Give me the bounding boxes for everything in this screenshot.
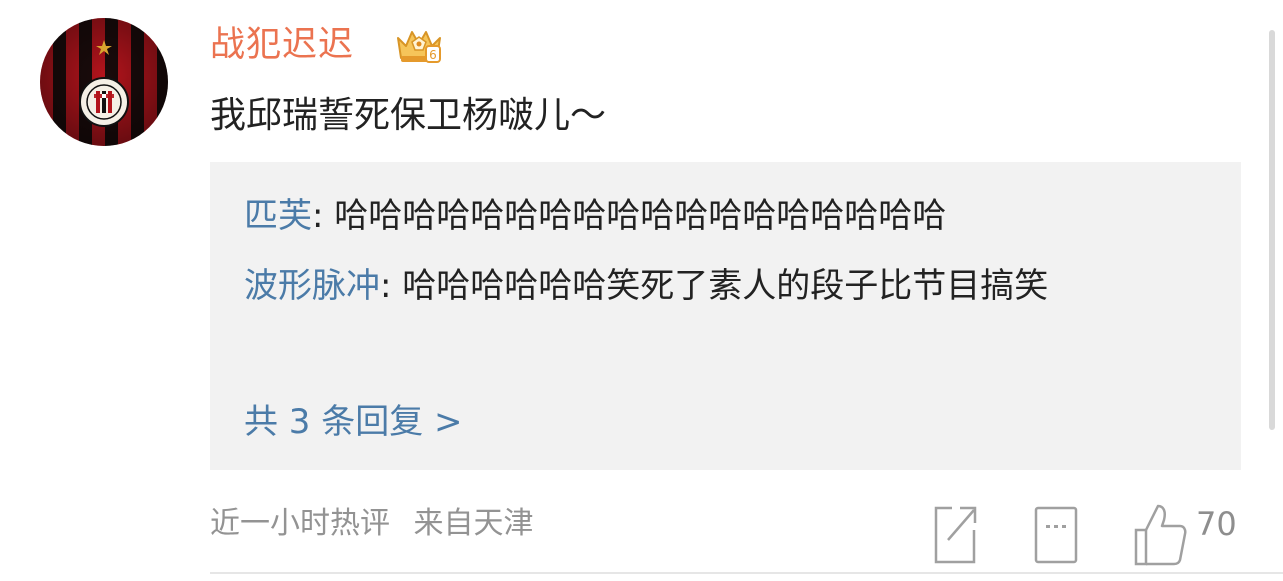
thumbs-up-icon [1134, 504, 1187, 566]
comment-text: 我邱瑞誓死保卫杨啵儿～ [210, 95, 607, 136]
reply-author-name[interactable]: 匹芙 [244, 196, 312, 236]
ac-milan-logo-icon [40, 18, 168, 146]
scrollbar[interactable] [1269, 30, 1275, 430]
divider [210, 572, 1283, 574]
user-avatar[interactable] [40, 18, 168, 146]
reply-separator: : [380, 266, 403, 306]
like-button[interactable]: 70 [1130, 500, 1250, 566]
svg-text:6: 6 [429, 48, 437, 62]
comment-button[interactable] [1032, 500, 1082, 566]
username[interactable]: 战犯迟迟 [210, 18, 354, 72]
like-count: 70 [1196, 505, 1237, 543]
reply-author-name[interactable]: 波形脉冲 [244, 266, 380, 306]
share-icon [934, 506, 977, 564]
share-button[interactable] [930, 500, 980, 566]
comment-icon [1034, 506, 1078, 564]
reply-text: 哈哈哈哈哈哈哈哈哈哈哈哈哈哈哈哈哈哈 [334, 196, 947, 236]
comment-item: 战犯迟迟 6 我邱瑞誓死保卫杨啵儿～ 匹芙: 哈哈哈哈哈哈哈哈哈哈哈哈哈哈哈哈哈… [0, 0, 1283, 581]
reply-preview-box[interactable]: 匹芙: 哈哈哈哈哈哈哈哈哈哈哈哈哈哈哈哈哈哈 波形脉冲: 哈哈哈哈哈哈笑死了素人… [210, 162, 1241, 470]
vip-crown-badge-icon[interactable]: 6 [390, 24, 448, 68]
view-all-replies-link[interactable]: 共 3 条回复 > [244, 390, 463, 454]
reply-item[interactable]: 匹芙: 哈哈哈哈哈哈哈哈哈哈哈哈哈哈哈哈哈哈 [244, 182, 1224, 250]
comment-time: 近一小时热评 [210, 506, 390, 541]
reply-text: 哈哈哈哈哈哈笑死了素人的段子比节目搞笑 [402, 266, 1049, 306]
comment-location: 来自天津 [413, 506, 534, 541]
reply-item[interactable]: 波形脉冲: 哈哈哈哈哈哈笑死了素人的段子比节目搞笑 [244, 252, 1224, 320]
reply-separator: : [312, 196, 335, 236]
comment-meta: 近一小时热评 来自天津 [210, 500, 534, 548]
